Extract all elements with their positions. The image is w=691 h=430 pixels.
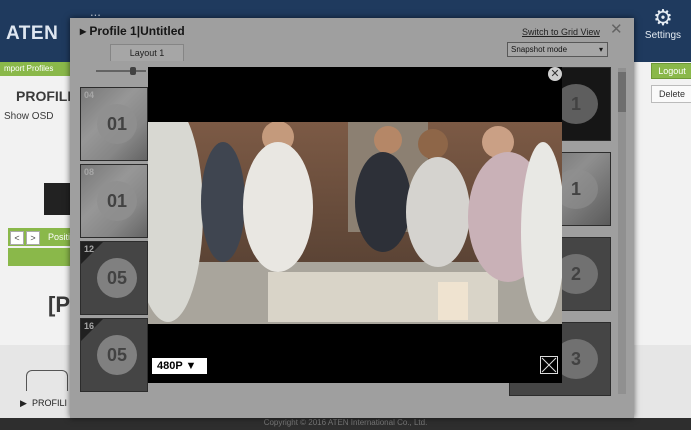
preview-block [44, 183, 70, 215]
app-title: ... [90, 4, 101, 19]
green-bar [8, 248, 72, 266]
gear-icon: ⚙ [653, 5, 673, 30]
tab-outline [26, 370, 68, 391]
import-profiles-button[interactable]: mport Profiles [0, 62, 74, 76]
prev-button[interactable]: < [10, 231, 24, 245]
profile-heading: PROFILE [16, 88, 77, 104]
delete-button[interactable]: Delete [651, 85, 691, 103]
profile-expander[interactable]: ▶ PROFILI [20, 398, 67, 409]
profile-expander-label: PROFILI [31, 398, 67, 408]
footer: Copyright © 2016 ATEN International Co.,… [0, 418, 691, 430]
logout-button[interactable]: Logout [651, 63, 691, 79]
profile-bracket-text: [P [48, 292, 70, 317]
show-osd-checkbox[interactable]: Show OSD [4, 111, 53, 122]
position-button[interactable]: Positi [48, 232, 70, 242]
player-close-icon[interactable]: ✕ [548, 67, 562, 81]
fullscreen-icon[interactable] [540, 356, 558, 374]
video-image [148, 122, 562, 324]
settings-label: Settings [644, 30, 682, 41]
settings-button[interactable]: ⚙ Settings [639, 5, 687, 42]
aten-logo: ATEN [6, 23, 59, 44]
video-frame [148, 122, 562, 324]
resolution-select[interactable]: 480P ▼ [152, 358, 207, 374]
fullscreen-glyph [541, 357, 557, 373]
next-button[interactable]: > [26, 231, 40, 245]
